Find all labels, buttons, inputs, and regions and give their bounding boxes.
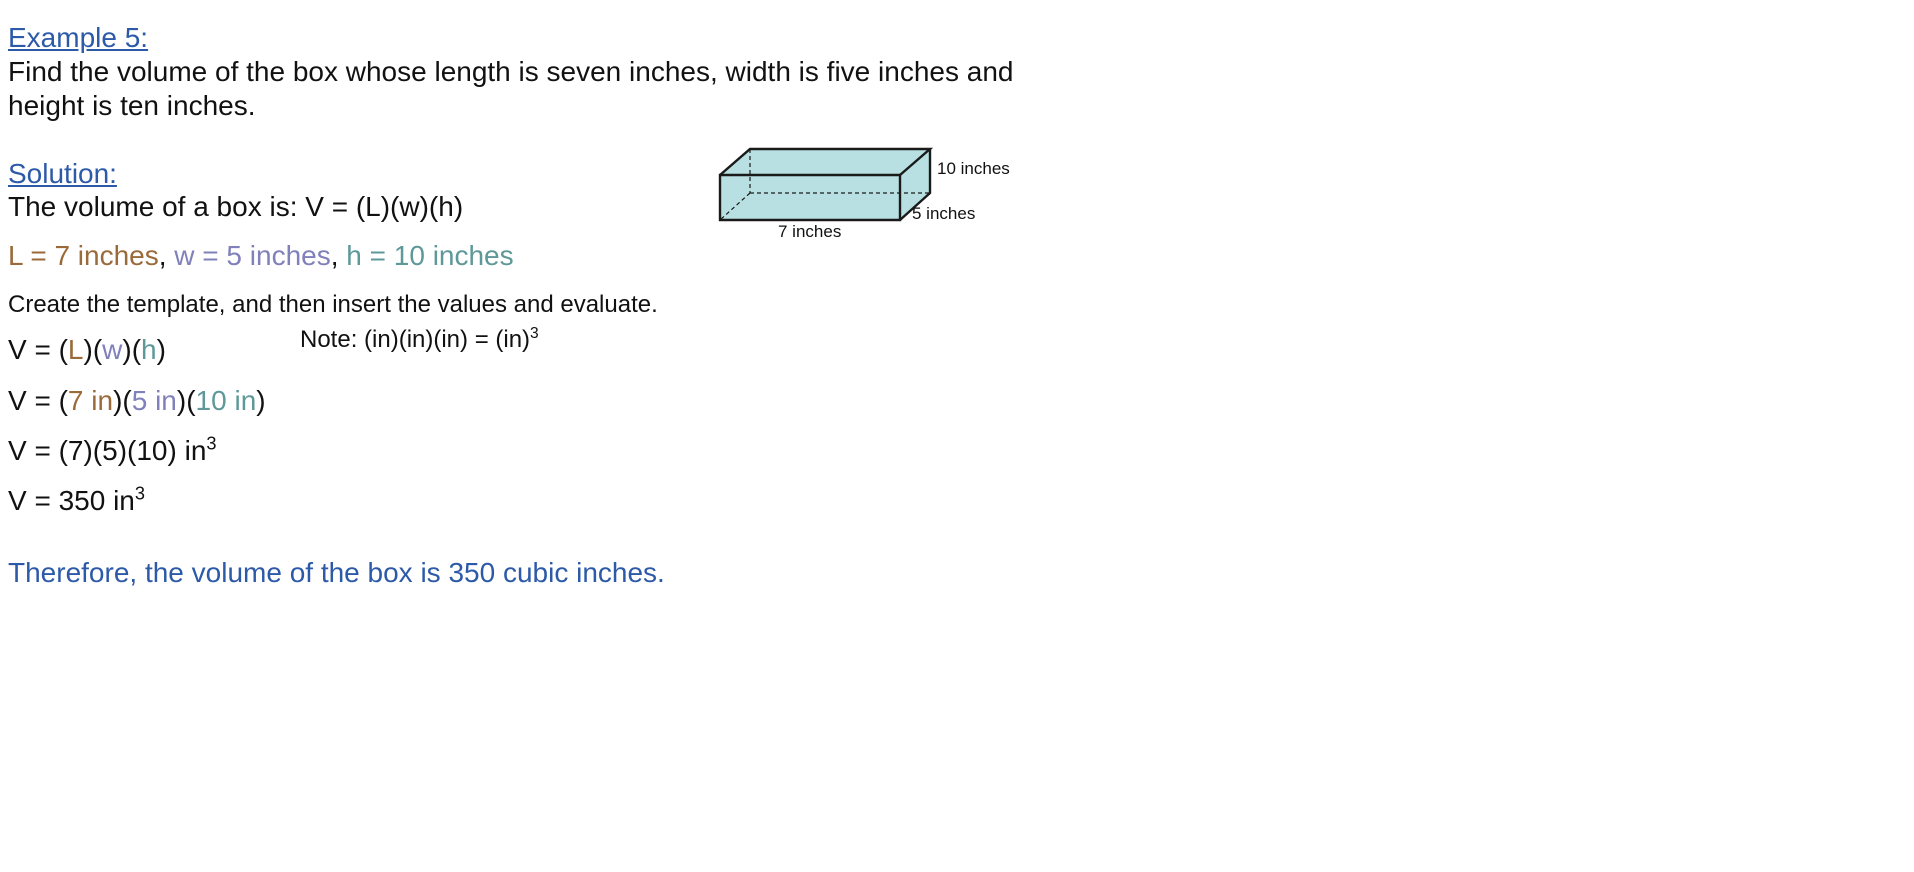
width-label: 5 inches — [912, 204, 975, 223]
box-diagram: 10 inches 5 inches 7 inches — [718, 147, 1010, 241]
conclusion-text: Therefore, the volume of the box is 350 … — [8, 557, 665, 588]
template-width: w — [102, 334, 123, 365]
length-value: L = 7 inches — [8, 240, 159, 271]
height-label: 10 inches — [937, 159, 1010, 178]
step-multiply: V = (7)(5)(10) in3 — [8, 433, 217, 466]
substituted-length: 7 in — [67, 385, 114, 416]
formula-line: The volume of a box is: V = (L)(w)(h) — [8, 191, 464, 222]
substituted-height: 10 in — [195, 385, 257, 416]
values-line: L = 7 inches, w = 5 inches, h = 10 inche… — [8, 240, 514, 272]
values-separator: , — [330, 240, 347, 271]
solution-heading: Solution: — [8, 158, 117, 189]
step-template: V = (L)(w)(h) — [8, 334, 166, 365]
example-heading: Example 5: — [8, 22, 149, 53]
width-value: w = 5 inches — [174, 240, 331, 271]
template-length: L — [67, 334, 84, 365]
substituted-width: 5 in — [131, 385, 177, 416]
length-label: 7 inches — [778, 222, 841, 241]
box-front-face — [720, 175, 900, 220]
step-substitute: V = (7 in)(5 in)(10 in) — [8, 385, 266, 416]
step-result: V = 350 in3 — [8, 483, 145, 516]
template-height: h — [141, 334, 157, 365]
height-value: h = 10 inches — [346, 240, 514, 271]
values-separator: , — [158, 240, 175, 271]
problem-line-1: Find the volume of the box whose length … — [8, 56, 1014, 87]
units-note: Note: (in)(in)(in) = (in)3 — [300, 325, 539, 353]
problem-line-2: height is ten inches. — [8, 90, 256, 121]
box-top-face — [720, 149, 930, 175]
instruction-text: Create the template, and then insert the… — [8, 291, 658, 318]
